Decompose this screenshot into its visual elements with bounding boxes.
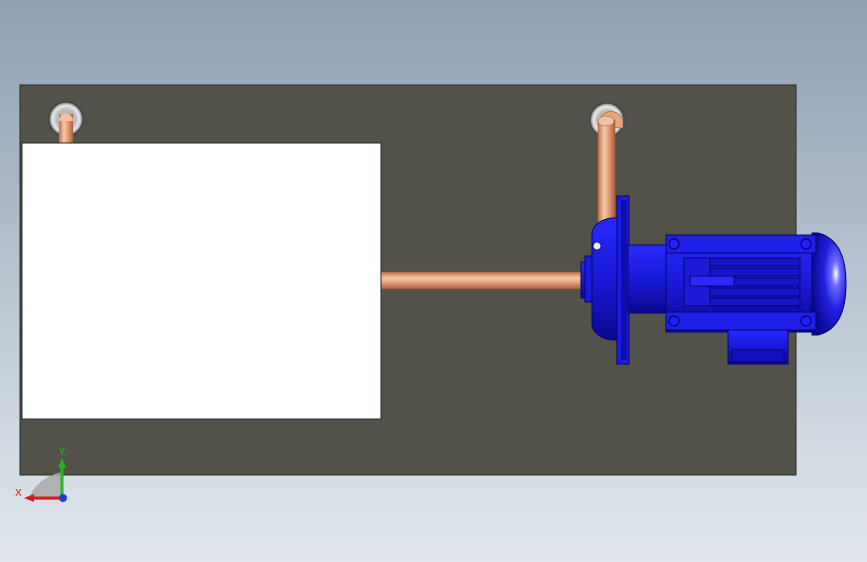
cad-scene[interactable]: Y X bbox=[0, 0, 867, 562]
suction-pipe[interactable] bbox=[380, 271, 588, 290]
triad-x-label: X bbox=[15, 488, 22, 499]
triad-y-label: Y bbox=[58, 447, 66, 458]
tank[interactable] bbox=[21, 142, 382, 420]
graphics-viewport[interactable]: Y X bbox=[0, 0, 867, 562]
